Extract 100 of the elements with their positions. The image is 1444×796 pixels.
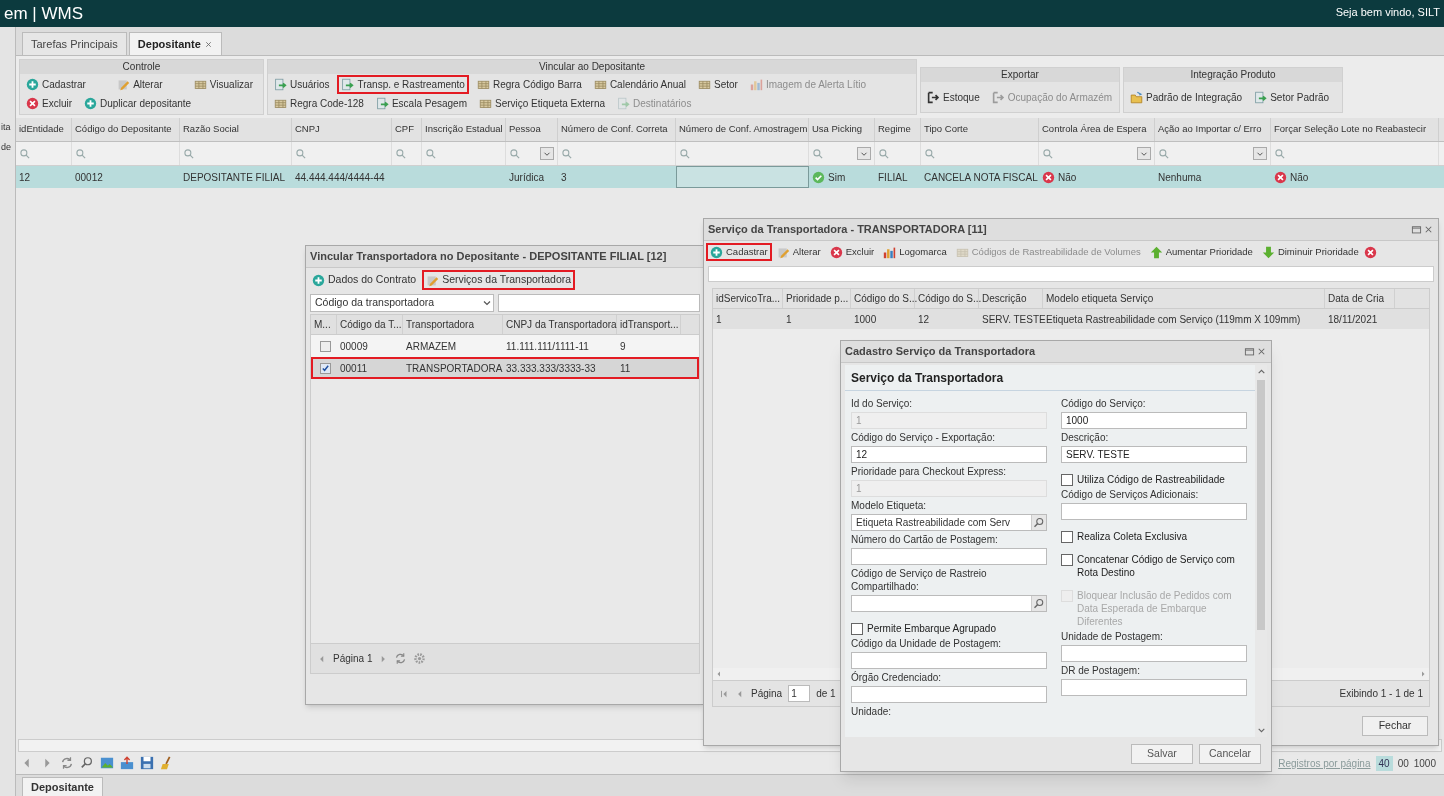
field-label: Órgão Credenciado: xyxy=(851,671,943,684)
toolbar-button[interactable]: Alterar xyxy=(772,242,825,262)
column-header[interactable]: Código do S... xyxy=(851,289,915,308)
toolbar-button[interactable]: Aumentar Prioridade xyxy=(1145,242,1257,262)
page-number-field[interactable]: 1 xyxy=(788,685,811,702)
column-header[interactable]: Descrição xyxy=(979,289,1043,308)
column-header[interactable]: Usa Picking xyxy=(809,118,875,141)
table-cell-text: ARMAZEM xyxy=(406,339,456,354)
column-header[interactable]: Forçar Seleção Lote no Reabastecir xyxy=(1271,118,1439,141)
table-cell-text: 1000 xyxy=(854,312,877,327)
column-header[interactable]: Modelo etiqueta Serviço xyxy=(1043,289,1325,308)
checkbox-label: Bloquear Inclusão de Pedidos com Data Esperada de Embarque Diferentes xyxy=(1077,589,1233,628)
column-header[interactable]: Código da T... xyxy=(337,315,403,334)
table-row[interactable]: 00009 ARMAZEM 11.111.111/1111-11 9 xyxy=(311,335,699,357)
field-label: DR de Postagem: xyxy=(1061,664,1141,677)
column-header[interactable]: Ação ao Importar c/ Erro xyxy=(1155,118,1271,141)
toolbar-button[interactable]: Serviços da Transportadora xyxy=(422,270,576,290)
page-size-label: Registros por página xyxy=(1278,756,1371,771)
section-heading: Serviço da Transportadora xyxy=(845,365,1255,391)
tab[interactable]: Depositante xyxy=(128,32,222,55)
column-header[interactable]: Tipo Corte xyxy=(921,118,1039,141)
table-cell-text: 11 xyxy=(620,361,631,376)
table-cell-text: TRANSPORTADORA xyxy=(406,361,503,376)
table-row[interactable]: 00011 TRANSPORTADORA 33.333.333/3333-33 11 xyxy=(311,357,699,379)
ribbon-button[interactable]: Serviço Etiqueta Externa xyxy=(475,94,610,113)
toolbar-button[interactable]: Logomarca xyxy=(879,242,951,262)
ribbon-button[interactable]: Visualizar xyxy=(189,75,257,94)
field-label: Número do Cartão de Postagem: xyxy=(851,533,999,546)
column-header[interactable]: Controla Área de Espera xyxy=(1039,118,1155,141)
dialog-button[interactable]: Salvar xyxy=(1131,744,1193,764)
ribbon-button[interactable]: Setor Padrão xyxy=(1250,87,1334,107)
table-cell-text: 00009 xyxy=(340,339,368,354)
close-button[interactable]: Fechar xyxy=(1362,716,1428,736)
toolbar-button[interactable]: Diminuir Prioridade xyxy=(1257,242,1363,262)
field-label: Código do Serviço - Exportação: xyxy=(851,431,996,444)
toolbar-button[interactable]: Excluir xyxy=(825,242,879,262)
page-count: de 1 xyxy=(816,687,836,701)
ribbon-button[interactable]: Escala Pesagem xyxy=(371,94,471,113)
table-cell-text: Jurídica xyxy=(509,170,544,185)
tab[interactable]: Depositante xyxy=(22,777,103,796)
toolbar-button[interactable]: Dados do Contrato xyxy=(308,270,421,290)
ribbon-group-title: Vincular ao Depositante xyxy=(268,60,916,74)
filter-dropdown[interactable]: Código da transportadora xyxy=(310,294,494,312)
ribbon-button[interactable]: Setor xyxy=(694,75,742,94)
lookup-field[interactable]: Etiqueta Rastreabilidade com Serv xyxy=(851,514,1047,531)
toolbar-button[interactable]: Cadastrar xyxy=(706,242,772,262)
table-row[interactable]: 1 1 1000 12 SERV. TESTEEtiqueta Rastreabilidade com Serviço (119mm X 109mm) 18/11/2021 xyxy=(713,309,1429,329)
window-title: Cadastro Serviço da Transportadora xyxy=(845,344,1036,360)
ribbon-button[interactable]: Estoque xyxy=(923,87,984,107)
table-cell-text: CANCELA NOTA FISCAL xyxy=(924,170,1038,185)
table-row[interactable]: 12 00012 DEPOSITANTE FILIAL 44.444.444/4444-44 Jurídica 3 Sim FILIAL CANCELA NOTA FISCAL Não Nenhuma Não xyxy=(16,166,1444,188)
table-cell-text: 12 xyxy=(918,312,930,327)
input-field[interactable]: 1000 xyxy=(1061,412,1247,429)
ribbon-button[interactable]: Usuários xyxy=(270,75,334,94)
window-title: Vincular Transportadora no Depositante - DEPOSITANTE FILIAL [12] xyxy=(310,249,667,265)
table-cell-text: 1 xyxy=(786,312,792,327)
ribbon-button[interactable]: Regra Código Barra xyxy=(472,75,586,94)
welcome-text: Seja bem vindo, SILT xyxy=(1335,5,1440,20)
ribbon-button[interactable]: Alterar xyxy=(113,75,167,94)
column-header[interactable]: CNPJ xyxy=(292,118,392,141)
column-header[interactable]: Regime xyxy=(875,118,921,141)
tab[interactable]: Tarefas Principais xyxy=(22,32,127,55)
ribbon-button[interactable]: Excluir xyxy=(22,94,76,113)
column-header[interactable]: Pessoa xyxy=(506,118,558,141)
table-cell-text: Etiqueta Rastreabilidade com Serviço (119mm X 109mm) xyxy=(1046,312,1301,327)
field-label: Código do Serviço: xyxy=(1061,397,1147,410)
column-header[interactable]: idServicoTra... xyxy=(713,289,783,308)
app-title: em | WMS xyxy=(4,2,84,25)
column-header[interactable]: Código do S... xyxy=(915,289,979,308)
column-header[interactable]: idTransport... xyxy=(617,315,681,334)
page-label: Página xyxy=(751,687,783,701)
column-header[interactable]: Data de Cria xyxy=(1325,289,1395,308)
page-size-option[interactable]: 1000 xyxy=(1413,755,1436,771)
table-cell-text: Não xyxy=(1058,170,1077,185)
column-header[interactable]: M... xyxy=(311,315,337,334)
column-header[interactable]: Razão Social xyxy=(180,118,292,141)
column-header[interactable]: CNPJ da Transportadora xyxy=(503,315,617,334)
column-header[interactable]: idEntidade xyxy=(16,118,72,141)
ribbon-button[interactable]: Regra Code-128 xyxy=(270,94,368,113)
column-header[interactable]: Prioridade p... xyxy=(783,289,851,308)
column-header[interactable]: CPF xyxy=(392,118,422,141)
dialog-button[interactable]: Cancelar xyxy=(1199,744,1261,764)
ribbon-button[interactable]: Transp. e Rastreamento xyxy=(337,75,469,94)
field-label: Código de Serviços Adicionais: xyxy=(1061,488,1200,501)
column-header[interactable]: Número de Conf. Correta xyxy=(558,118,676,141)
input-field[interactable]: SERV. TESTE xyxy=(1061,446,1247,463)
ribbon-button[interactable]: Padrão de Integração xyxy=(1126,87,1247,107)
column-header[interactable]: Inscrição Estadual xyxy=(422,118,506,141)
ribbon-button[interactable]: Calendário Anual xyxy=(589,75,691,94)
page-size-option[interactable]: 00 xyxy=(1397,755,1409,771)
column-header[interactable]: Transportadora xyxy=(403,315,503,334)
ribbon-button[interactable]: Duplicar depositante xyxy=(80,94,196,113)
ribbon-button[interactable]: Cadastrar xyxy=(22,75,90,94)
column-header[interactable]: Número de Conf. Amostragem xyxy=(676,118,809,141)
field-label: Unidade de Postagem: xyxy=(1061,630,1164,643)
column-header[interactable]: Código do Depositante xyxy=(72,118,180,141)
input-field[interactable]: 12 xyxy=(851,446,1047,463)
checkbox-label: Concatenar Código de Serviço com Rota Destino xyxy=(1077,553,1236,579)
checkbox-label: Permite Embarque Agrupado xyxy=(867,622,996,635)
page-size-option[interactable]: 40 xyxy=(1375,755,1393,771)
